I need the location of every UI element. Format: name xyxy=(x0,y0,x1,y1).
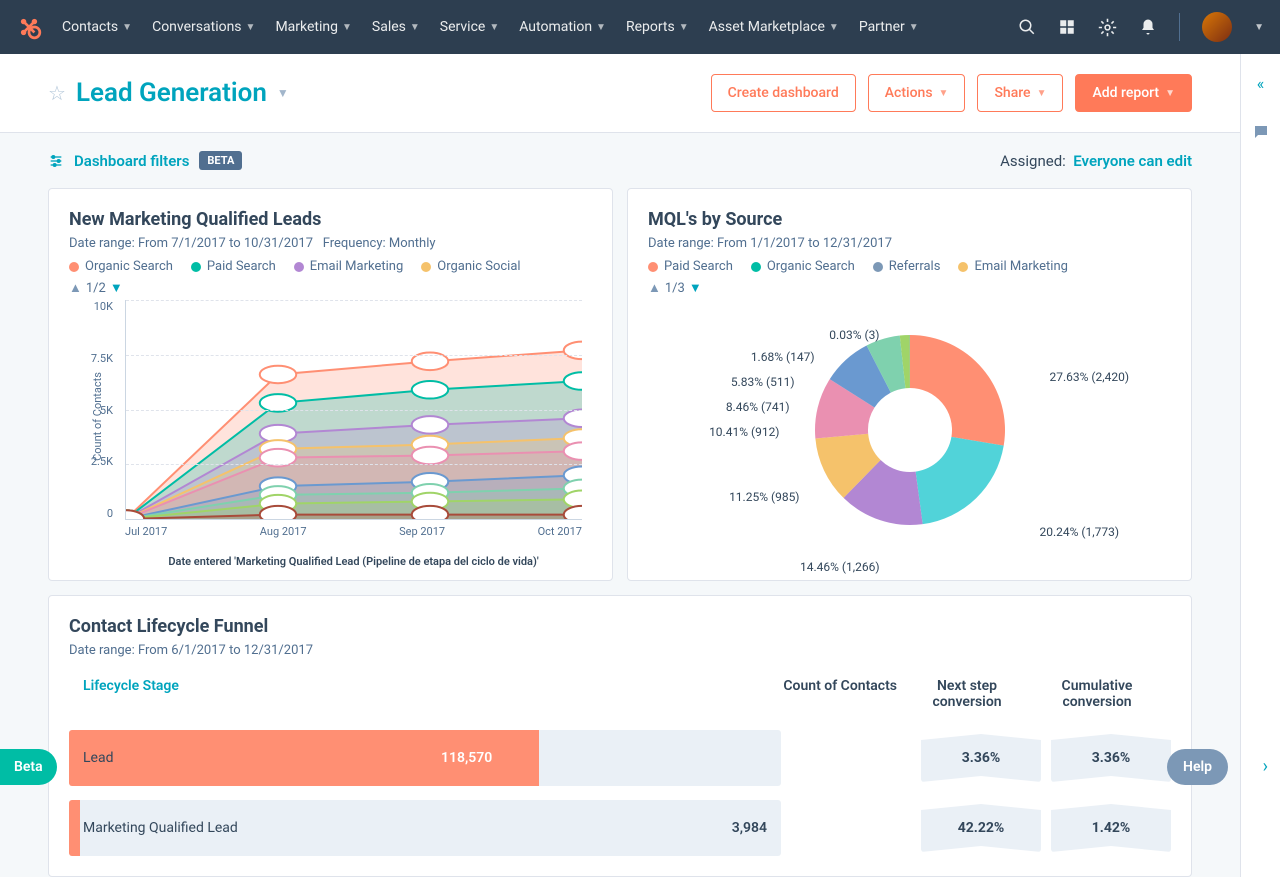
legend-item: Paid Search xyxy=(191,259,276,274)
slice-label: 11.25% (985) xyxy=(729,490,799,504)
nav-item[interactable]: Asset Marketplace ▼ xyxy=(709,19,839,35)
gear-icon[interactable] xyxy=(1098,18,1117,37)
bell-icon[interactable] xyxy=(1139,18,1157,36)
legend-item: Paid Search xyxy=(648,259,733,274)
funnel-bar: Lead118,570 xyxy=(69,730,781,786)
collapse-icon[interactable]: « xyxy=(1257,74,1265,93)
col-count: Count of Contacts xyxy=(777,678,897,710)
pct-cum: 3.36% xyxy=(1051,734,1171,782)
nav-item[interactable]: Marketing ▼ xyxy=(275,19,351,35)
share-button[interactable]: Share▼ xyxy=(977,74,1063,112)
card-title: MQL's by Source xyxy=(648,209,1171,230)
nav-item[interactable]: Contacts ▼ xyxy=(62,19,132,35)
legend-item: Organic Search xyxy=(69,259,173,274)
slice-label: 14.46% (1,266) xyxy=(800,560,880,574)
slice-label: 10.41% (912) xyxy=(709,425,779,439)
date-range: Date range: From 6/1/2017 to 12/31/2017 xyxy=(69,643,1171,658)
chevron-down-icon[interactable]: ▼ xyxy=(1254,22,1264,33)
slice-label: 20.24% (1,773) xyxy=(1040,525,1120,539)
expand-icon[interactable]: › xyxy=(1263,756,1268,777)
nav-item[interactable]: Reports ▼ xyxy=(626,19,689,35)
x-axis-label: Date entered 'Marketing Qualified Lead (… xyxy=(125,555,582,568)
pager: ▲1/3▼ xyxy=(648,280,1171,296)
plot-area xyxy=(125,300,582,520)
pager-next-icon[interactable]: ▼ xyxy=(689,280,702,296)
create-dashboard-button[interactable]: Create dashboard xyxy=(711,74,856,112)
nav-item[interactable]: Service ▼ xyxy=(440,19,499,35)
col-stage: Lifecycle Stage xyxy=(83,678,767,710)
legend: Paid Search Organic Search Referrals Email … xyxy=(648,259,1171,274)
card-mql-source: MQL's by Source Date range: From 1/1/201… xyxy=(627,188,1192,581)
legend-item: Organic Search xyxy=(751,259,855,274)
chevron-down-icon: ▼ xyxy=(277,86,289,100)
top-nav: Contacts ▼ Conversations ▼ Marketing ▼ Sale… xyxy=(0,0,1280,54)
donut-chart: 27.63% (2,420)20.24% (1,773)14.46% (1,26… xyxy=(648,300,1171,560)
favorite-star-icon[interactable]: ☆ xyxy=(48,81,66,105)
slice-label: 1.68% (147) xyxy=(751,350,815,364)
funnel-row: Marketing Qualified Lead3,984 42.22%1.42% xyxy=(69,800,1171,856)
date-range: Date range: From 1/1/2017 to 12/31/2017 xyxy=(648,236,1171,251)
pager-prev-icon[interactable]: ▲ xyxy=(648,280,661,296)
dashboard-filters-link[interactable]: Dashboard filters xyxy=(74,152,189,170)
y-axis: 10K7.5K5K2.5K0 xyxy=(69,300,119,520)
actions-button[interactable]: Actions▼ xyxy=(868,74,966,112)
marketplace-icon[interactable] xyxy=(1058,18,1076,36)
comment-icon[interactable] xyxy=(1252,123,1270,141)
page-title[interactable]: Lead Generation ▼ xyxy=(76,78,289,108)
hubspot-logo[interactable] xyxy=(16,14,42,40)
area-chart: Count of Contacts 10K7.5K5K2.5K0 Jul 201… xyxy=(69,300,592,560)
filters-row: Dashboard filters BETA Assigned: Everyon… xyxy=(0,133,1240,188)
slice-label: 5.83% (511) xyxy=(731,375,795,389)
card-title: Contact Lifecycle Funnel xyxy=(69,616,1171,637)
funnel-row: Lead118,570 3.36%3.36% xyxy=(69,730,1171,786)
slice-label: 27.63% (2,420) xyxy=(1050,370,1130,384)
assigned-value-link[interactable]: Everyone can edit xyxy=(1073,152,1192,170)
beta-pill[interactable]: Beta xyxy=(0,749,57,785)
frequency: Frequency: Monthly xyxy=(323,236,436,251)
legend-item: Email Marketing xyxy=(958,259,1067,274)
pager: ▲1/2▼ xyxy=(69,280,592,296)
pager-prev-icon[interactable]: ▲ xyxy=(69,280,82,296)
slice-label: 0.03% (3) xyxy=(829,328,879,342)
legend-item: Email Marketing xyxy=(294,259,403,274)
pager-next-icon[interactable]: ▼ xyxy=(110,280,123,296)
pct-next: 42.22% xyxy=(921,804,1041,852)
page-header: ☆ Lead Generation ▼ Create dashboard Act… xyxy=(0,54,1240,133)
col-next: Next step conversion xyxy=(907,678,1027,710)
add-report-button[interactable]: Add report▼ xyxy=(1075,74,1192,112)
slice-label: 8.46% (741) xyxy=(726,400,790,414)
card-new-mql: New Marketing Qualified Leads Date range… xyxy=(48,188,613,581)
nav-item[interactable]: Sales ▼ xyxy=(372,19,420,35)
divider xyxy=(1179,13,1180,41)
nav-right: ▼ xyxy=(1018,12,1264,42)
avatar[interactable] xyxy=(1202,12,1232,42)
filter-icon[interactable] xyxy=(48,153,64,169)
col-cum: Cumulative conversion xyxy=(1037,678,1157,710)
card-funnel: Contact Lifecycle Funnel Date range: Fro… xyxy=(48,595,1192,877)
pct-next: 3.36% xyxy=(921,734,1041,782)
nav-items: Contacts ▼ Conversations ▼ Marketing ▼ Sale… xyxy=(62,19,1018,35)
help-pill[interactable]: Help xyxy=(1167,749,1228,785)
legend: Organic Search Paid Search Email Marketing… xyxy=(69,259,592,274)
pct-cum: 1.42% xyxy=(1051,804,1171,852)
card-title: New Marketing Qualified Leads xyxy=(69,209,592,230)
nav-item[interactable]: Partner ▼ xyxy=(859,19,919,35)
beta-badge: BETA xyxy=(199,151,242,170)
nav-item[interactable]: Conversations ▼ xyxy=(152,19,255,35)
nav-item[interactable]: Automation ▼ xyxy=(519,19,606,35)
funnel-bar: Marketing Qualified Lead3,984 xyxy=(69,800,781,856)
right-rail: « › xyxy=(1240,54,1280,877)
legend-item: Organic Social xyxy=(421,259,520,274)
search-icon[interactable] xyxy=(1018,18,1036,36)
date-range: Date range: From 7/1/2017 to 10/31/2017 xyxy=(69,236,313,251)
assigned-label: Assigned: Everyone can edit xyxy=(1000,152,1192,170)
x-axis: Jul 2017Aug 2017Sep 2017Oct 2017 xyxy=(125,525,582,538)
legend-item: Referrals xyxy=(873,259,941,274)
